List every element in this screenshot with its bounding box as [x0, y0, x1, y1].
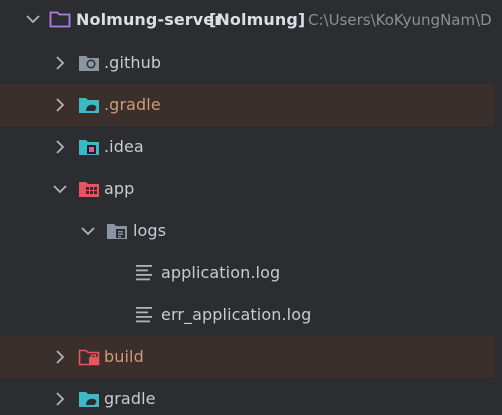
gradle-folder-icon	[78, 389, 100, 409]
chevron-down-icon[interactable]	[80, 223, 96, 239]
tree-row-root[interactable]: Nolmung-server [Nolmung] C:\Users\KoKyun…	[0, 0, 502, 38]
log-file-icon	[134, 263, 156, 283]
build-folder-icon	[78, 347, 100, 367]
tree-item-label: app	[104, 179, 135, 198]
chevron-right-icon[interactable]	[52, 97, 68, 113]
tree-item-label: err_application.log	[161, 305, 312, 324]
chevron-right-icon[interactable]	[52, 391, 68, 407]
tree-item-label: gradle	[104, 389, 156, 408]
tree-item-label: .idea	[104, 137, 144, 156]
idea-folder-icon	[78, 137, 100, 157]
tree-row-err-application-log[interactable]: err_application.log	[0, 294, 502, 336]
panel-edge	[494, 0, 502, 415]
chevron-right-icon[interactable]	[52, 349, 68, 365]
chevron-down-icon[interactable]	[25, 11, 41, 27]
chevron-right-icon[interactable]	[52, 55, 68, 71]
chevron-right-icon[interactable]	[52, 139, 68, 155]
tree-row-build[interactable]: build	[0, 336, 502, 378]
project-tree: Nolmung-server [Nolmung] C:\Users\KoKyun…	[0, 0, 502, 415]
module-folder-icon	[78, 179, 100, 199]
tree-row-logs[interactable]: logs	[0, 210, 502, 252]
tree-item-label: build	[104, 347, 144, 366]
tree-row-gradle-hidden[interactable]: .gradle	[0, 84, 502, 126]
tree-row-idea[interactable]: .idea	[0, 126, 502, 168]
chevron-down-icon[interactable]	[52, 181, 68, 197]
tree-item-label: application.log	[161, 263, 281, 282]
root-project-path: C:\Users\KoKyungNam\D	[308, 11, 492, 29]
tree-row-gradle[interactable]: gradle	[0, 378, 502, 415]
tree-row-app[interactable]: app	[0, 168, 502, 210]
tree-row-github[interactable]: .github	[0, 42, 502, 84]
tree-item-label: .github	[104, 53, 162, 72]
tree-item-label: logs	[133, 221, 167, 240]
log-file-icon	[134, 305, 156, 325]
tree-item-label: .gradle	[104, 95, 161, 114]
github-folder-icon	[78, 53, 100, 73]
root-module-name: [Nolmung]	[209, 10, 306, 29]
project-folder-icon	[49, 9, 71, 29]
gradle-folder-icon	[78, 95, 100, 115]
tree-row-application-log[interactable]: application.log	[0, 252, 502, 294]
logs-folder-icon	[106, 221, 128, 241]
root-project-name: Nolmung-server	[76, 10, 223, 29]
